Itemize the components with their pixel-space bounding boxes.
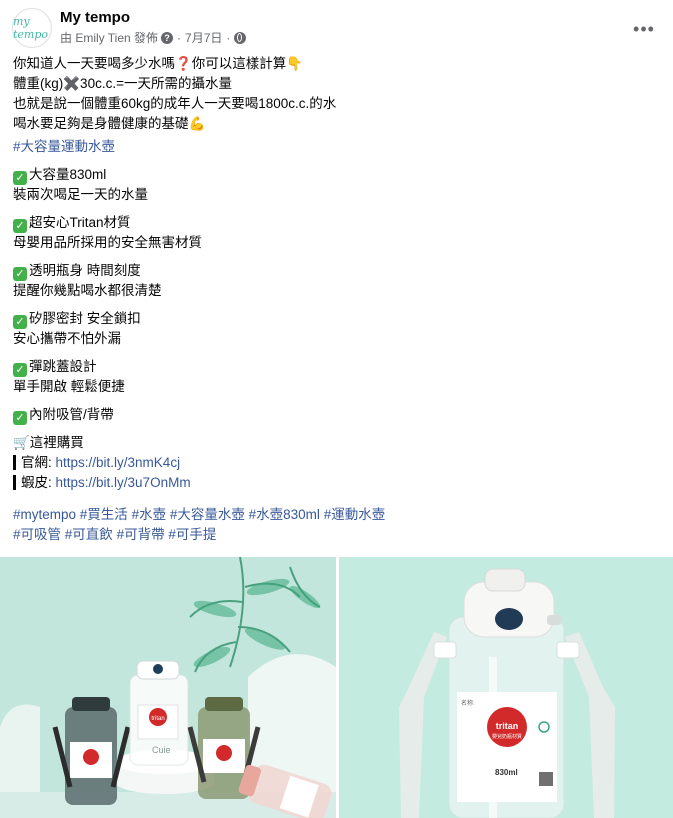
hashtag-link[interactable]: #大容量運動水壺 <box>13 137 661 157</box>
post-header: my tempo My tempo 由 Emily Tien 發佈 ? · 7月… <box>12 8 661 48</box>
feature-title: ✓ 大容量830ml <box>13 165 661 185</box>
feature-title: ✓ 矽膠密封 安全鎖扣 <box>13 309 661 329</box>
hashtag-link[interactable]: #大容量水壺 <box>170 507 245 522</box>
bar-icon <box>13 455 16 470</box>
bottle-label-text: tritan <box>151 716 164 722</box>
hashtag-link[interactable]: #可背帶 <box>117 527 165 542</box>
hashtag-link[interactable]: #可吸管 <box>13 527 61 542</box>
official-site-link[interactable]: https://bit.ly/3nmK4cj <box>56 455 181 470</box>
feature-desc: 提醒你幾點喝水都很清楚 <box>13 283 162 298</box>
author-line[interactable]: 由 Emily Tien 發佈 <box>60 29 158 46</box>
body-line: 你知道人一天要喝多少水嗎❓你可以這樣計算👇 <box>13 56 304 71</box>
product-photo-closeup[interactable]: tritan 嬰兒奶瓶材質 830ml 名称: <box>339 557 673 818</box>
product-photo-lineup[interactable]: tritan Cuie <box>0 557 336 818</box>
body-line: 也就是說一個體重60kg的成年人一天要喝1800c.c.的水 <box>13 96 337 111</box>
hashtag-link[interactable]: #水壺830ml <box>249 507 320 522</box>
feature-title: ✓ 透明瓶身 時間刻度 <box>13 261 661 281</box>
feature-title: ✓ 彈跳蓋設計 <box>13 357 661 377</box>
post-date[interactable]: 7月7日 <box>185 29 222 46</box>
hashtag-row: #可吸管 #可直飲 #可背帶 #可手提 <box>13 525 661 545</box>
feature-desc: 安心攜帶不怕外漏 <box>13 331 121 346</box>
feature-title: ✓ 超安心Tritan材質 <box>13 213 661 233</box>
label-volume-text: 830ml <box>495 768 518 777</box>
separator-dot: · <box>177 30 182 45</box>
hashtag-link[interactable]: #運動水壺 <box>324 507 386 522</box>
post-body: 你知道人一天要喝多少水嗎❓你可以這樣計算👇 體重(kg)✖️30c.c.=一天所… <box>13 54 661 493</box>
globe-icon[interactable] <box>234 31 247 44</box>
hashtag-link[interactable]: #mytempo <box>13 507 76 522</box>
label-sub-text: 嬰兒奶瓶材質 <box>492 733 522 740</box>
more-options-button[interactable]: ••• <box>627 12 661 46</box>
body-line: 喝水要足夠是身體健康的基礎💪 <box>13 116 206 131</box>
check-icon: ✓ <box>13 363 27 377</box>
question-icon[interactable]: ? <box>161 31 174 44</box>
link-row: 官網: https://bit.ly/3nmK4cj <box>13 453 661 473</box>
hashtags-block: #mytempo #買生活 #水壺 #大容量水壺 #水壺830ml #運動水壺 … <box>13 505 661 545</box>
feature-desc: 裝兩次喝足一天的水量 <box>13 187 148 202</box>
check-icon: ✓ <box>13 219 27 233</box>
check-icon: ✓ <box>13 171 27 185</box>
bar-icon <box>13 475 16 490</box>
check-icon: ✓ <box>13 411 27 425</box>
bottle-brand-text: Cuie <box>152 745 171 755</box>
check-icon: ✓ <box>13 315 27 329</box>
feature-desc: 單手開啟 輕鬆便捷 <box>13 379 125 394</box>
post-meta: 由 Emily Tien 發佈 ? · 7月7日 · <box>60 29 247 46</box>
feature-desc: 母嬰用品所採用的安全無害材質 <box>13 235 202 250</box>
check-icon: ✓ <box>13 267 27 281</box>
more-horizontal-icon: ••• <box>633 18 655 39</box>
hashtag-link[interactable]: #買生活 <box>80 507 128 522</box>
body-line: 體重(kg)✖️30c.c.=一天所需的攝水量 <box>13 76 232 91</box>
buy-line: 🛒這裡購買 <box>13 435 84 450</box>
closeup-illustration: tritan 嬰兒奶瓶材質 830ml 名称: <box>339 557 673 818</box>
lineup-illustration: tritan Cuie <box>0 557 336 818</box>
label-brand-text: tritan <box>496 721 519 731</box>
page-avatar[interactable]: my tempo <box>12 8 52 48</box>
link-row: 蝦皮: https://bit.ly/3u7OnMm <box>13 473 661 493</box>
shopee-link[interactable]: https://bit.ly/3u7OnMm <box>56 475 191 490</box>
label-side-text: 名称: <box>461 699 475 707</box>
avatar-logo-text: my tempo <box>13 15 49 41</box>
hashtag-row: #mytempo #買生活 #水壺 #大容量水壺 #水壺830ml #運動水壺 <box>13 505 661 525</box>
hashtag-link[interactable]: #水壺 <box>132 507 167 522</box>
hashtag-link[interactable]: #可直飲 <box>65 527 113 542</box>
hashtag-link[interactable]: #可手提 <box>168 527 216 542</box>
page-name-link[interactable]: My tempo <box>60 9 130 26</box>
feature-title: ✓ 內附吸管/背帶 <box>13 405 661 425</box>
separator-dot: · <box>226 30 231 45</box>
